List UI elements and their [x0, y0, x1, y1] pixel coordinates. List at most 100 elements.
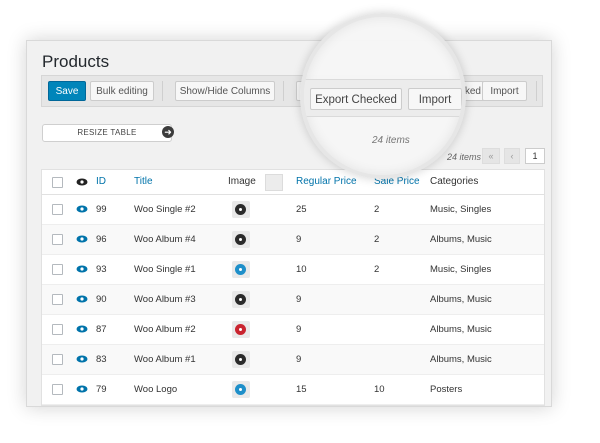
table-header: ID Title Image Regular Price Sale Price …	[42, 170, 544, 195]
row-checkbox[interactable]	[52, 264, 63, 275]
sale-price[interactable]: 2	[374, 195, 379, 224]
magnified-import-button[interactable]: Import	[408, 88, 462, 110]
toolbar-divider	[162, 81, 163, 101]
disc-icon	[235, 354, 246, 365]
import-button[interactable]: Import	[482, 81, 527, 101]
sale-price[interactable]: 2	[374, 225, 379, 254]
product-title[interactable]: Woo Album #4	[134, 225, 196, 254]
toolbar-divider	[536, 81, 537, 101]
resize-table-button[interactable]: RESIZE TABLE	[42, 124, 172, 142]
disc-icon	[235, 204, 246, 215]
select-all-checkbox[interactable]	[52, 177, 63, 188]
eye-icon[interactable]	[76, 355, 88, 363]
table-row[interactable]: 83 Woo Album #1 9 Albums, Music	[42, 345, 544, 375]
product-thumbnail[interactable]	[232, 231, 250, 248]
product-id: 99	[96, 204, 107, 215]
product-categories: Albums, Music	[430, 294, 492, 305]
product-id: 96	[96, 234, 107, 245]
eye-icon[interactable]	[76, 325, 88, 333]
export-checked-button[interactable]: Export Checked	[310, 88, 402, 110]
product-title[interactable]: Woo Logo	[134, 375, 177, 404]
regular-price[interactable]: 9	[296, 285, 301, 314]
product-thumbnail[interactable]	[232, 291, 250, 308]
column-header-title[interactable]: Title	[134, 170, 153, 194]
product-thumbnail[interactable]	[232, 381, 250, 398]
product-title[interactable]: Woo Single #2	[134, 195, 196, 224]
regular-price[interactable]: 9	[296, 225, 301, 254]
row-checkbox[interactable]	[52, 354, 63, 365]
disc-center	[239, 328, 242, 331]
eye-icon[interactable]	[76, 385, 88, 393]
product-thumbnail[interactable]	[232, 261, 250, 278]
eye-icon[interactable]	[76, 265, 88, 273]
prev-page-button[interactable]: ‹	[504, 148, 520, 164]
disc-icon	[235, 324, 246, 335]
bulk-editing-button[interactable]: Bulk editing	[90, 81, 154, 101]
table-row[interactable]: 99 Woo Single #2 25 2 Music, Singles	[42, 195, 544, 225]
disc-center	[239, 358, 242, 361]
sale-price[interactable]: 2	[374, 255, 379, 284]
regular-price[interactable]: 10	[296, 255, 307, 284]
table-row[interactable]: 96 Woo Album #4 9 2 Albums, Music	[42, 225, 544, 255]
row-checkbox[interactable]	[52, 324, 63, 335]
product-id: 79	[96, 384, 107, 395]
show-hide-columns-button[interactable]: Show/Hide Columns	[175, 81, 275, 101]
row-checkbox[interactable]	[52, 384, 63, 395]
first-page-button[interactable]: «	[482, 148, 500, 164]
save-button[interactable]: Save	[48, 81, 86, 101]
disc-center	[239, 268, 242, 271]
column-header-id[interactable]: ID	[96, 170, 106, 194]
products-table: ID Title Image Regular Price Sale Price …	[41, 169, 545, 406]
regular-price[interactable]: 9	[296, 345, 301, 374]
regular-price[interactable]: 9	[296, 315, 301, 344]
product-title[interactable]: Woo Album #3	[134, 285, 196, 314]
toolbar-divider	[283, 81, 284, 101]
disc-icon	[235, 384, 246, 395]
product-id: 87	[96, 324, 107, 335]
product-title[interactable]: Woo Album #1	[134, 345, 196, 374]
page-title: Products	[42, 52, 110, 71]
product-thumbnail[interactable]	[232, 201, 250, 218]
product-thumbnail[interactable]	[232, 351, 250, 368]
magnified-items-count: 24 items	[372, 135, 410, 146]
disc-center	[239, 298, 242, 301]
product-thumbnail[interactable]	[232, 321, 250, 338]
disc-center	[239, 208, 242, 211]
regular-price[interactable]: 15	[296, 375, 307, 404]
disc-center	[239, 388, 242, 391]
eye-icon[interactable]	[76, 235, 88, 243]
regular-price[interactable]: 25	[296, 195, 307, 224]
disc-icon	[235, 294, 246, 305]
disc-icon	[235, 264, 246, 275]
row-checkbox[interactable]	[52, 204, 63, 215]
row-checkbox[interactable]	[52, 294, 63, 305]
product-title[interactable]: Woo Single #1	[134, 255, 196, 284]
product-id: 90	[96, 294, 107, 305]
product-categories: Music, Singles	[430, 264, 492, 275]
eye-icon[interactable]	[76, 178, 88, 186]
product-categories: Posters	[430, 384, 463, 395]
eye-icon[interactable]	[76, 295, 88, 303]
table-row[interactable]: 93 Woo Single #1 10 2 Music, Singles	[42, 255, 544, 285]
table-row[interactable]: 79 Woo Logo 15 10 Posters	[42, 375, 544, 405]
product-categories: Albums, Music	[430, 324, 492, 335]
disc-icon	[235, 234, 246, 245]
product-categories: Music, Singles	[430, 204, 492, 215]
products-panel: Products Save Bulk editing Show/Hide Col…	[26, 40, 552, 407]
product-id: 83	[96, 354, 107, 365]
eye-icon[interactable]	[76, 205, 88, 213]
sale-price[interactable]: 10	[374, 375, 385, 404]
image-placeholder-icon	[265, 174, 283, 191]
row-checkbox[interactable]	[52, 234, 63, 245]
product-id: 93	[96, 264, 107, 275]
table-row[interactable]: 90 Woo Album #3 9 Albums, Music	[42, 285, 544, 315]
table-row[interactable]: 87 Woo Album #2 9 Albums, Music	[42, 315, 544, 345]
toolbar: Save Bulk editing Show/Hide Columns ked …	[41, 75, 543, 107]
page-number-input[interactable]: 1	[525, 148, 545, 164]
arrow-right-icon[interactable]: ➜	[162, 126, 174, 138]
column-header-regular-price[interactable]: Regular Price	[296, 170, 357, 194]
product-title[interactable]: Woo Album #2	[134, 315, 196, 344]
column-header-image: Image	[228, 176, 256, 187]
magnifier-lens: Export Checked Import 24 items	[300, 13, 466, 179]
product-categories: Albums, Music	[430, 234, 492, 245]
